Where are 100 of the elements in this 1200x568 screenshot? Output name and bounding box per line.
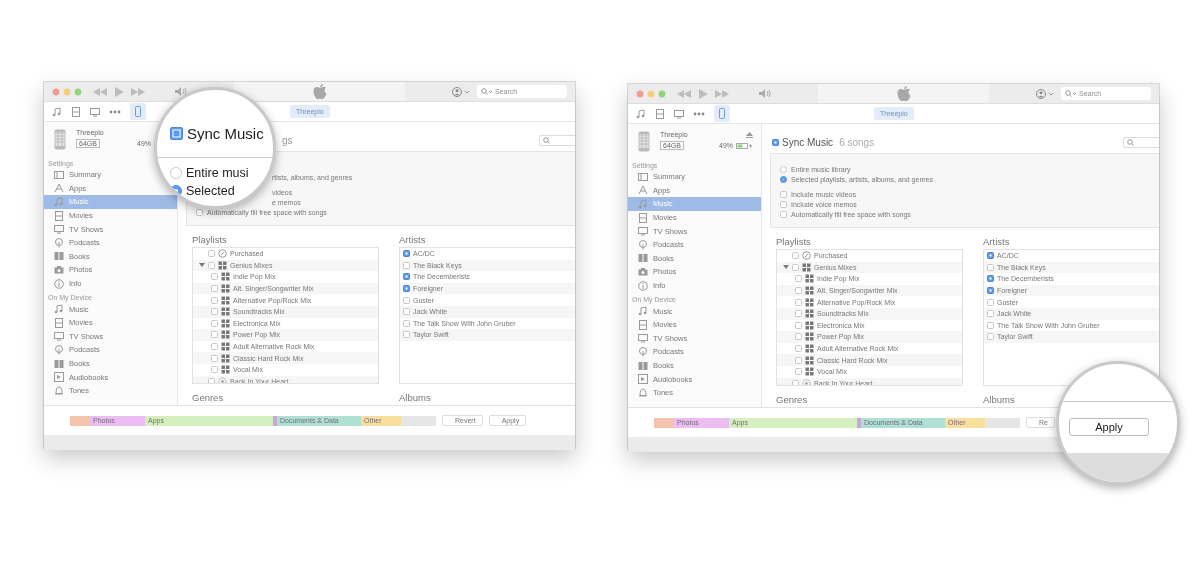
- fast-forward-icon[interactable]: [715, 89, 729, 98]
- sync-checkbox[interactable]: [170, 126, 183, 140]
- tv-icon: [638, 333, 648, 344]
- checkbox[interactable]: [403, 285, 410, 293]
- checkbox[interactable]: [795, 333, 802, 341]
- checkbox[interactable]: [987, 263, 994, 271]
- checkbox[interactable]: [208, 250, 215, 258]
- music-note-icon[interactable]: [636, 108, 646, 119]
- checkbox[interactable]: [795, 287, 802, 295]
- film-icon[interactable]: [655, 108, 665, 119]
- checkbox[interactable]: [211, 273, 218, 281]
- phone-button[interactable]: [130, 103, 146, 120]
- volume-icon[interactable]: [759, 89, 771, 98]
- more-icon[interactable]: [109, 109, 121, 114]
- tv-icon: [638, 226, 648, 237]
- account-icon[interactable]: [1036, 88, 1054, 99]
- checkbox[interactable]: [208, 377, 215, 383]
- checkbox[interactable]: [987, 310, 994, 318]
- info-icon: [638, 280, 648, 291]
- grid-icon: [805, 309, 814, 319]
- checkbox[interactable]: [211, 366, 218, 374]
- tv-icon[interactable]: [90, 106, 100, 117]
- checkbox[interactable]: [403, 308, 410, 316]
- tv-icon: [54, 331, 64, 342]
- checkbox[interactable]: [795, 298, 802, 306]
- checkbox[interactable]: [211, 331, 218, 339]
- checkbox[interactable]: [795, 345, 802, 353]
- checkbox[interactable]: [987, 275, 994, 283]
- checkbox[interactable]: [403, 273, 410, 281]
- checkbox[interactable]: [795, 275, 802, 283]
- circle-icon: [218, 249, 227, 259]
- checkbox[interactable]: [987, 333, 994, 341]
- play-icon[interactable]: [114, 86, 124, 97]
- checkbox[interactable]: [211, 343, 218, 351]
- search-field[interactable]: [1123, 137, 1159, 149]
- grid-icon: [221, 342, 230, 352]
- tv-icon: [54, 224, 64, 235]
- checkbox[interactable]: [795, 310, 802, 318]
- checkbox[interactable]: [792, 379, 799, 385]
- podcast-icon: [638, 346, 648, 357]
- grid-icon: [221, 307, 230, 317]
- radio-button[interactable]: [170, 167, 182, 179]
- checkbox[interactable]: [403, 296, 410, 304]
- checkbox[interactable]: [987, 287, 994, 295]
- account-icon[interactable]: [452, 86, 470, 97]
- radio-button[interactable]: [780, 165, 787, 173]
- list-icon: [638, 171, 648, 182]
- checkbox[interactable]: [987, 321, 994, 329]
- checkbox[interactable]: [403, 261, 410, 269]
- grid-icon: [221, 284, 230, 294]
- checkbox[interactable]: [211, 354, 218, 362]
- checkbox[interactable]: [792, 252, 799, 260]
- checkbox[interactable]: [403, 331, 410, 339]
- checkbox[interactable]: [987, 298, 994, 306]
- checkbox[interactable]: [196, 208, 203, 216]
- rewind-icon[interactable]: [677, 89, 691, 98]
- checkbox[interactable]: [795, 368, 802, 376]
- checkbox[interactable]: [211, 319, 218, 327]
- checkbox[interactable]: [211, 296, 218, 304]
- expanded-triangle-icon[interactable]: [199, 262, 205, 269]
- checkbox[interactable]: [780, 210, 787, 218]
- fast-forward-icon[interactable]: [131, 87, 145, 96]
- podcast-icon: [54, 344, 64, 355]
- checkbox[interactable]: [795, 356, 802, 364]
- play-icon[interactable]: [698, 88, 708, 99]
- checkbox[interactable]: [403, 250, 410, 258]
- grid-icon: [221, 353, 230, 363]
- tv-icon[interactable]: [674, 108, 684, 119]
- volume-icon[interactable]: [175, 87, 187, 96]
- apply-button[interactable]: Apply: [1069, 418, 1149, 436]
- eject-icon[interactable]: [746, 131, 753, 138]
- checkbox[interactable]: [792, 263, 799, 271]
- apple-icon: [896, 85, 911, 102]
- checkbox[interactable]: [795, 321, 802, 329]
- book-icon: [54, 251, 64, 262]
- checkbox[interactable]: [987, 252, 994, 260]
- phone-button[interactable]: [714, 105, 730, 122]
- checkbox[interactable]: [211, 308, 218, 316]
- sync-checkbox[interactable]: [772, 139, 779, 147]
- rewind-icon[interactable]: [93, 87, 107, 96]
- grid-icon: [805, 367, 814, 377]
- option-label: Selected: [186, 184, 235, 198]
- music-note-icon[interactable]: [52, 106, 62, 117]
- section-title: Albums: [399, 392, 432, 405]
- grid-icon: [805, 286, 814, 296]
- film-icon: [54, 210, 64, 221]
- expanded-triangle-icon[interactable]: [783, 264, 789, 271]
- checkbox[interactable]: [211, 285, 218, 293]
- checkbox[interactable]: [780, 190, 787, 198]
- section-title: Genres: [776, 394, 809, 407]
- checkbox[interactable]: [403, 319, 410, 327]
- checkbox[interactable]: [208, 261, 215, 269]
- book-icon: [638, 360, 648, 371]
- film-icon[interactable]: [71, 106, 81, 117]
- search-field[interactable]: [539, 135, 575, 147]
- section-title: Playlists: [776, 236, 812, 249]
- grid-icon: [221, 330, 230, 340]
- more-icon[interactable]: [693, 111, 705, 116]
- radio-button[interactable]: [780, 175, 787, 183]
- checkbox[interactable]: [780, 200, 787, 208]
